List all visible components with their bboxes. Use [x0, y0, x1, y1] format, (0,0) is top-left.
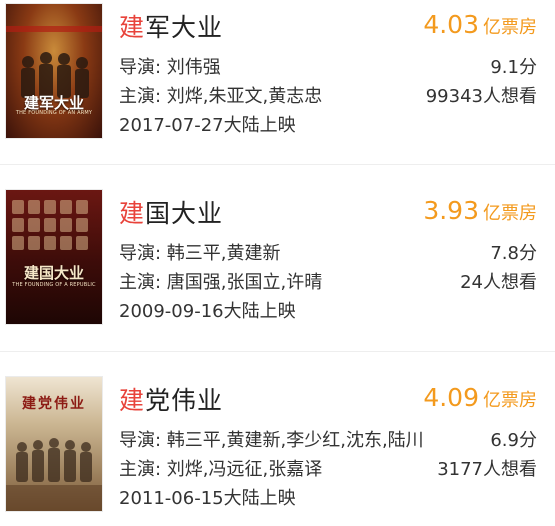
director-line: 导演: 刘伟强 [119, 57, 221, 78]
rating: 9.1分 [490, 57, 537, 78]
director-line: 导演: 韩三平,黄建新 [119, 243, 281, 264]
movie-card[interactable]: 建军大业 THE FOUNDING OF AN ARMY 建军大业 4.03 亿票… [0, 0, 555, 163]
box-office-unit: 亿票房 [483, 390, 537, 411]
box-office: 4.03 亿票房 [423, 10, 537, 39]
title-rest: 党伟业 [145, 386, 224, 415]
cast-line: 主演: 刘烨,冯远征,张嘉译 [119, 459, 323, 480]
rating: 6.9分 [490, 430, 537, 451]
release-line: 2017-07-27大陆上映 [119, 115, 296, 136]
movie-poster[interactable]: 建国大业 THE FOUNDING OF A REPUBLIC [6, 190, 102, 324]
movie-poster[interactable]: 建军大业 THE FOUNDING OF AN ARMY [6, 4, 102, 138]
cast-line: 主演: 唐国强,张国立,许晴 [119, 272, 323, 293]
box-office-unit: 亿票房 [483, 17, 537, 38]
release-line: 2009-09-16大陆上映 [119, 301, 296, 322]
box-office-value: 3.93 [423, 196, 479, 225]
box-office-value: 4.09 [423, 383, 479, 412]
title-highlight: 建 [119, 13, 146, 42]
box-office: 3.93 亿票房 [423, 196, 537, 225]
director-line: 导演: 韩三平,黄建新,李少红,沈东,陆川 [119, 430, 424, 451]
rating: 7.8分 [490, 243, 537, 264]
want-count: 3177人想看 [437, 459, 537, 480]
title-rest: 军大业 [145, 13, 224, 42]
poster-title: 建国大业 [23, 264, 84, 282]
movie-title[interactable]: 建党伟业 [119, 381, 223, 417]
poster-title: 建党伟业 [22, 396, 86, 412]
poster-subtitle: THE FOUNDING OF A REPUBLIC [12, 282, 96, 288]
release-line: 2011-06-15大陆上映 [119, 488, 296, 509]
movie-card[interactable]: 建党伟业 建党伟业 4.09 亿票房 导演: 韩三平,黄建新,李少红,沈东,陆川 … [0, 373, 555, 526]
box-office-value: 4.03 [423, 10, 479, 39]
cast-line: 主演: 刘烨,朱亚文,黄志忠 [119, 86, 323, 107]
title-highlight: 建 [119, 199, 146, 228]
poster-subtitle: THE FOUNDING OF AN ARMY [15, 110, 93, 116]
title-highlight: 建 [119, 386, 146, 415]
want-count: 24人想看 [460, 272, 537, 293]
movie-title[interactable]: 建国大业 [119, 194, 223, 230]
movie-poster[interactable]: 建党伟业 [6, 377, 102, 511]
box-office-unit: 亿票房 [483, 203, 537, 224]
divider [0, 164, 555, 165]
movie-card[interactable]: 建国大业 THE FOUNDING OF A REPUBLIC 建国大业 3.9… [0, 186, 555, 349]
movie-list: 建军大业 THE FOUNDING OF AN ARMY 建军大业 4.03 亿票… [0, 0, 555, 526]
title-rest: 国大业 [145, 199, 224, 228]
box-office: 4.09 亿票房 [423, 383, 537, 412]
movie-title[interactable]: 建军大业 [119, 8, 223, 44]
want-count: 99343人想看 [425, 86, 537, 107]
divider [0, 351, 555, 352]
